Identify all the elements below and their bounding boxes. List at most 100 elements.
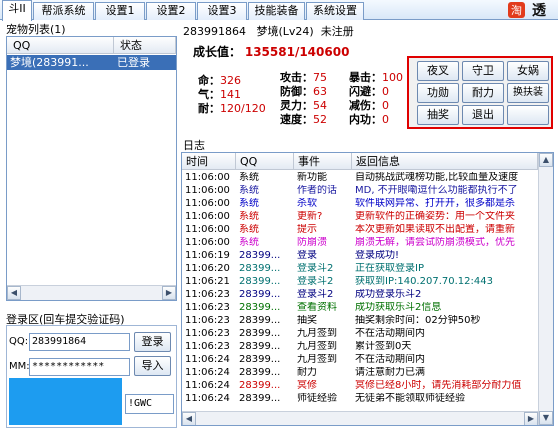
log-vscrollbar[interactable]: ▲ ▼ xyxy=(538,153,553,425)
nuwa-button[interactable]: 女娲 xyxy=(507,61,549,81)
captcha-input[interactable]: !GWC xyxy=(125,394,174,414)
log-row[interactable]: 11:06:23 28399... 抽奖 抽奖剩余时间：02分钟50秒 xyxy=(182,315,553,327)
log-cell-qq: 系统 xyxy=(239,185,259,196)
stat-label: 内功： xyxy=(349,113,382,126)
log-row[interactable]: 11:06:23 28399... 九月签到 累计签到0天 xyxy=(182,341,553,353)
log-row[interactable]: 11:06:00 系统 杀软 软件联网异常、打开开，很多都是杀 xyxy=(182,198,553,210)
log-cell-qq: 28399... xyxy=(239,289,281,300)
log-row[interactable]: 11:06:19 28399... 登录 登录成功! xyxy=(182,250,553,262)
captcha-image[interactable] xyxy=(9,378,122,425)
log-row[interactable]: 11:06:24 28399... 冥修 冥修已经8小时，请先消耗部分耐力值 xyxy=(182,380,553,392)
log-cell-msg: 不在活动期间内 xyxy=(355,328,425,339)
scroll-left-icon[interactable]: ◀ xyxy=(182,412,196,425)
log-cell-event: 杀软 xyxy=(297,198,317,209)
log-cell-qq: 28399... xyxy=(239,354,281,365)
log-cell-time: 11:06:23 xyxy=(185,289,230,300)
guard-button[interactable]: 守卫 xyxy=(462,61,504,81)
yecha-button[interactable]: 夜叉 xyxy=(417,61,459,81)
growth-value: 135581/140600 xyxy=(244,45,350,59)
log-cell-msg: 累计签到0天 xyxy=(355,341,412,352)
log-cell-qq: 28399... xyxy=(239,328,281,339)
pet-list[interactable]: QQ 状态 梦境(283991... 已登录 ◀ ▶ xyxy=(6,36,177,301)
tab-settings1[interactable]: 设置1 xyxy=(95,2,145,20)
log-cell-time: 11:06:00 xyxy=(185,185,230,196)
header-qq: 283991864 xyxy=(183,25,246,38)
log-col-event[interactable]: 事件 xyxy=(294,153,352,170)
log-row[interactable]: 11:06:24 28399... 师徒经验 无徒弟不能领取师徒经验 xyxy=(182,393,553,405)
log-row[interactable]: 11:06:23 28399... 登录斗2 成功登录乐斗2 xyxy=(182,289,553,301)
log-list[interactable]: 时间 QQ 事件 返回信息 11:06:00 系统 新功能 自动挑战武魂榜功能,比较血… xyxy=(181,152,554,426)
pet-list-hscrollbar[interactable]: ◀ ▶ xyxy=(7,285,176,300)
tab-settings2[interactable]: 设置2 xyxy=(146,2,196,20)
log-cell-qq: 系统 xyxy=(239,224,259,235)
header-status: 未注册 xyxy=(320,25,354,38)
log-col-qq[interactable]: QQ xyxy=(236,153,294,170)
log-cell-event: 冥修 xyxy=(297,380,317,391)
scroll-right-icon[interactable]: ▶ xyxy=(162,286,176,300)
log-cell-msg: MD, 不开眼嘞逗什么功能都执行不了 xyxy=(355,185,518,196)
pet-col-qq[interactable]: QQ xyxy=(7,37,114,54)
tab-system-settings[interactable]: 系统设置 xyxy=(306,2,364,20)
log-row[interactable]: 11:06:23 28399... 查看资料 成功获取乐斗2信息 xyxy=(182,302,553,314)
log-cell-time: 11:06:23 xyxy=(185,302,230,313)
log-row[interactable]: 11:06:00 系统 提示 本次更新如果读取不出配置，请重新 xyxy=(182,224,553,236)
stamina-button[interactable]: 耐力 xyxy=(462,83,504,103)
log-hscrollbar[interactable]: ◀ ▶ xyxy=(182,411,538,425)
swap-equip-button[interactable]: 换扶装 xyxy=(507,83,549,103)
qq-input[interactable]: 283991864 xyxy=(29,333,130,351)
log-cell-time: 11:06:24 xyxy=(185,354,230,365)
log-row[interactable]: 11:06:00 系统 作者的话 MD, 不开眼嘞逗什么功能都执行不了 xyxy=(182,185,553,197)
log-cell-qq: 28399... xyxy=(239,250,281,261)
account-header: 283991864 梦境(Lv24) 未注册 xyxy=(183,23,354,39)
log-row[interactable]: 11:06:24 28399... 耐力 请注意耐力已满 xyxy=(182,367,553,379)
log-row[interactable]: 11:06:21 28399... 登录斗2 获取到IP:140.207.70.12:… xyxy=(182,276,553,288)
login-button[interactable]: 登录 xyxy=(134,332,171,352)
log-row[interactable]: 11:06:20 28399... 登录斗2 正在获取登录IP xyxy=(182,263,553,275)
log-cell-time: 11:06:21 xyxy=(185,276,230,287)
scroll-right-icon[interactable]: ▶ xyxy=(524,412,538,425)
tab-settings3[interactable]: 设置3 xyxy=(197,2,247,20)
log-row[interactable]: 11:06:00 系统 更新? 更新软件的正确姿势：用一个文件夹 xyxy=(182,211,553,223)
log-cell-event: 登录斗2 xyxy=(297,276,334,287)
blank-button[interactable] xyxy=(507,105,549,125)
log-row[interactable]: 11:06:23 28399... 九月签到 不在活动期间内 xyxy=(182,328,553,340)
log-cell-qq: 28399... xyxy=(239,315,281,326)
log-cell-time: 11:06:00 xyxy=(185,224,230,235)
log-cell-time: 11:06:23 xyxy=(185,315,230,326)
log-cell-qq: 28399... xyxy=(239,393,281,404)
log-row[interactable]: 11:06:24 28399... 九月签到 不在活动期间内 xyxy=(182,354,553,366)
log-cell-time: 11:06:24 xyxy=(185,380,230,391)
import-button[interactable]: 导入 xyxy=(134,356,171,376)
log-col-time[interactable]: 时间 xyxy=(182,153,236,170)
pet-row[interactable]: 梦境(283991... 已登录 xyxy=(7,55,176,70)
lottery-button[interactable]: 抽奖 xyxy=(417,105,459,125)
tab-label: 设置1 xyxy=(105,4,135,17)
tab-label: 帮派系统 xyxy=(41,4,86,17)
tab-dou2[interactable]: 斗II xyxy=(2,0,32,21)
log-col-message[interactable]: 返回信息 xyxy=(352,153,538,170)
tab-skill-equip[interactable]: 技能装备 xyxy=(248,2,305,20)
log-cell-msg: 不在活动期间内 xyxy=(355,354,425,365)
tab-label: 系统设置 xyxy=(313,4,357,17)
log-row[interactable]: 11:06:00 系统 新功能 自动挑战武魂榜功能,比较血量及速度 xyxy=(182,172,553,184)
log-row[interactable]: 11:06:00 系统 防崩溃 崩溃无解，请尝试防崩溃模式，优先 xyxy=(182,237,553,249)
log-cell-msg: 获取到IP:140.207.70.12:443 xyxy=(355,276,493,287)
password-input[interactable]: ************ xyxy=(29,358,130,376)
log-cell-event: 提示 xyxy=(297,224,317,235)
pet-col-status[interactable]: 状态 xyxy=(114,37,176,54)
tab-faction[interactable]: 帮派系统 xyxy=(33,2,94,20)
scroll-left-icon[interactable]: ◀ xyxy=(7,286,21,300)
log-cell-event: 师徒经验 xyxy=(297,393,337,404)
pet-row-qq: 梦境(283991... xyxy=(10,56,89,69)
merit-button[interactable]: 功勋 xyxy=(417,83,459,103)
exit-button[interactable]: 退出 xyxy=(462,105,504,125)
app-logo: 淘 透 xyxy=(508,1,554,19)
scroll-down-icon[interactable]: ▼ xyxy=(539,411,553,425)
log-cell-qq: 系统 xyxy=(239,211,259,222)
log-cell-time: 11:06:20 xyxy=(185,263,230,274)
scroll-up-icon[interactable]: ▲ xyxy=(539,153,553,167)
log-cell-event: 更新? xyxy=(297,211,323,222)
action-button-panel: 夜叉 守卫 女娲 功勋 耐力 换扶装 抽奖 退出 xyxy=(407,56,553,129)
log-cell-msg: 自动挑战武魂榜功能,比较血量及速度 xyxy=(355,172,519,183)
log-cell-time: 11:06:24 xyxy=(185,393,230,404)
